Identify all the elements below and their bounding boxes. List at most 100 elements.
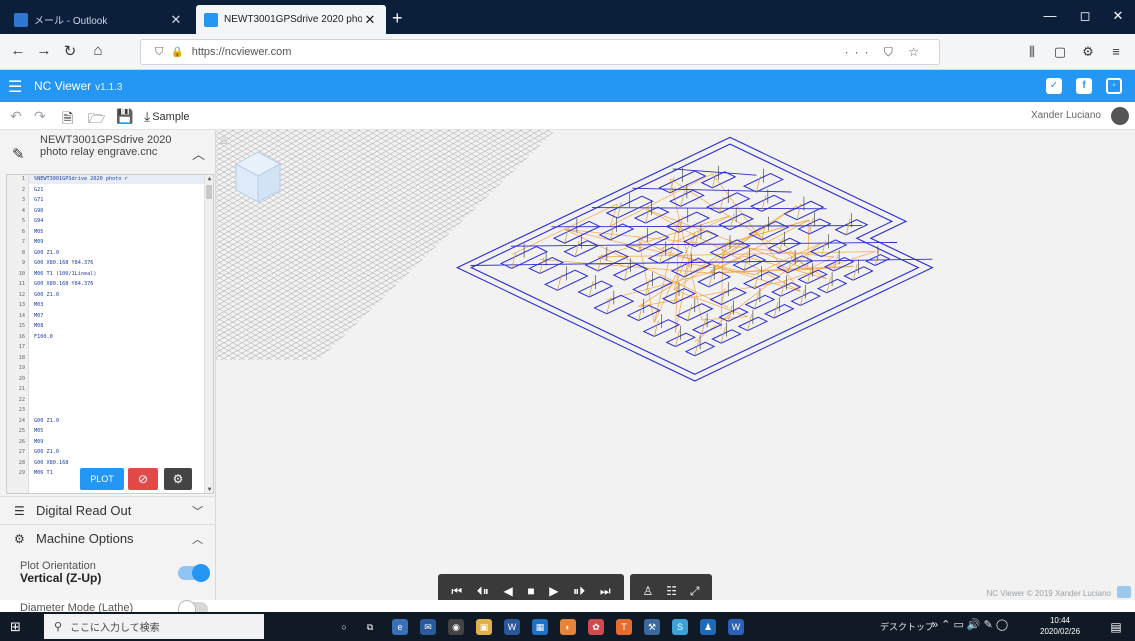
close-icon[interactable]: ✕ (168, 12, 184, 28)
code-line[interactable]: M09 (34, 239, 43, 245)
chevron-up-icon[interactable]: ︿ (192, 144, 205, 163)
close-icon[interactable]: ✕ (362, 12, 378, 28)
firefox-icon[interactable]: ◐ (560, 619, 576, 635)
windows-start-icon[interactable]: ⊞ (10, 619, 21, 635)
list-view-icon[interactable]: ☷ (666, 584, 677, 598)
code-line[interactable]: M03 (34, 302, 43, 308)
code-line[interactable]: G00 X80.168 Y84.376 (34, 260, 93, 266)
camera-icon[interactable]: ◉ (448, 619, 464, 635)
desktop-toolbar-label[interactable]: デスクトップ (880, 620, 934, 633)
lock-icon[interactable]: 🔒 (171, 47, 183, 58)
fullscreen-icon[interactable]: ⤢ (690, 584, 700, 599)
home-icon[interactable]: ⌂ (88, 42, 108, 59)
gcode-editor[interactable]: 1 %NEWT3001GPSdrive 2020 photo r 2 G21 3 G71 4… (6, 174, 214, 494)
file-name[interactable]: NEWT3001GPSdrive 2020 photo relay engrav… (40, 134, 190, 158)
settings-button[interactable]: ⚙ (164, 468, 192, 490)
undo-icon[interactable]: ↶ (10, 108, 22, 125)
chevron-down-icon[interactable]: ﹀ (192, 503, 203, 519)
file-explorer-icon[interactable]: ▦ (532, 619, 548, 635)
code-line[interactable]: M05 (34, 428, 43, 434)
edge-icon[interactable]: e (392, 619, 408, 635)
close-window-button[interactable]: ✕ (1108, 8, 1128, 24)
address-bar[interactable]: ⛉ 🔒 https://ncviewer.com ··· ⛉ ☆ (140, 39, 940, 65)
hamburger-menu-icon[interactable]: ☰ (8, 77, 22, 97)
digital-read-out-section[interactable]: ☰ Digital Read Out ﹀ (0, 496, 216, 524)
minimize-button[interactable]: — (1040, 8, 1060, 23)
code-line[interactable]: M07 (34, 313, 43, 319)
plot-orientation-toggle[interactable] (178, 564, 210, 582)
tab-outlook[interactable]: メール - Outlook ✕ (6, 5, 192, 34)
user-app-icon[interactable]: ♟ (700, 619, 716, 635)
avatar[interactable] (1111, 107, 1129, 125)
tab-ncviewer[interactable]: NEWT3001GPSdrive 2020 pho ✕ (196, 5, 386, 34)
code-line[interactable]: G00 Z1.0 (34, 250, 59, 256)
new-tab-button[interactable]: + (392, 9, 403, 27)
cortana-icon[interactable]: ○ (336, 619, 352, 635)
edit-icon[interactable]: ✎ (12, 145, 25, 163)
store-icon[interactable]: ▣ (476, 619, 492, 635)
maximize-button[interactable]: ◻ (1075, 8, 1095, 24)
plot-button[interactable]: PLOT (80, 468, 124, 490)
word-doc-icon[interactable]: W (728, 619, 744, 635)
skip-to-end-icon[interactable]: ⏭ (600, 584, 611, 599)
scroll-down-icon[interactable]: ▼ (205, 486, 213, 493)
chevron-up-icon[interactable]: ︿ (192, 531, 203, 547)
sidebar-icon[interactable]: ▢ (1050, 44, 1070, 60)
play-reverse-icon[interactable]: ◀ (503, 584, 512, 598)
open-folder-icon[interactable]: 🗁 (88, 108, 105, 132)
menu-icon[interactable]: ≡ (1106, 44, 1126, 59)
code-line[interactable]: G00 X80.168 (34, 460, 68, 466)
word-icon[interactable]: W (504, 619, 520, 635)
code-line[interactable]: %NEWT3001GPSdrive 2020 photo r (34, 176, 128, 182)
task-view-icon[interactable]: ⧉ (362, 619, 378, 635)
code-line[interactable]: G00 Z1.0 (34, 292, 59, 298)
terminal-icon[interactable]: T (616, 619, 632, 635)
scroll-up-icon[interactable]: ▲ (205, 175, 213, 182)
mail-icon[interactable]: ✉ (420, 619, 436, 635)
library-icon[interactable]: ⫼ (1022, 44, 1042, 60)
code-line[interactable]: M05 (34, 229, 43, 235)
new-file-icon[interactable]: 🗎 (62, 108, 73, 132)
github-icon[interactable]: ✓ (1046, 78, 1062, 94)
code-line[interactable]: M09 (34, 439, 43, 445)
code-line[interactable]: M08 (34, 323, 43, 329)
user-name[interactable]: Xander Luciano (1031, 110, 1101, 121)
extension-icon[interactable]: ⚙ (1078, 44, 1098, 60)
chat-icon[interactable]: S (672, 619, 688, 635)
code-line[interactable]: F100.0 (34, 334, 53, 340)
reload-icon[interactable]: ↻ (60, 42, 80, 60)
code-line[interactable]: G71 (34, 197, 43, 203)
instagram-icon[interactable]: ◦ (1106, 78, 1122, 94)
toolpath-canvas[interactable] (216, 130, 1135, 600)
code-line[interactable]: G21 (34, 187, 43, 193)
stop-button[interactable]: ⊘ (128, 468, 158, 490)
code-line[interactable]: G90 (34, 208, 43, 214)
sample-button[interactable]: ⤓ Sample (144, 108, 190, 125)
back-icon[interactable]: ← (8, 42, 28, 59)
tool-icon[interactable]: ♙ (642, 584, 653, 598)
step-forward-icon[interactable]: ⏸⏵ (573, 584, 585, 599)
3d-viewport[interactable]: ⌂ NC Viewer © 2019 Xander Luciano ⏮ ⏴⏸ ◀… (216, 130, 1135, 600)
step-back-icon[interactable]: ⏴⏸ (477, 584, 489, 599)
app-icon[interactable]: ✿ (588, 619, 604, 635)
photo-icon[interactable] (1117, 586, 1131, 598)
scroll-thumb[interactable] (206, 185, 212, 199)
view-cube[interactable]: ⌂ (216, 130, 286, 210)
taskbar-search[interactable]: ⚲ ここに入力して検索 (44, 614, 264, 639)
machine-options-section[interactable]: ⚙ Machine Options ︿ (0, 524, 216, 552)
system-clock[interactable]: 10:44 2020/02/26 (1040, 615, 1080, 637)
skip-to-start-icon[interactable]: ⏮ (451, 584, 462, 599)
code-line[interactable]: G94 (34, 218, 43, 224)
code-line[interactable]: G00 Z1.0 (34, 418, 59, 424)
shield-icon[interactable]: ⛉ (155, 46, 163, 59)
save-icon[interactable]: 💾 (116, 108, 133, 125)
redo-icon[interactable]: ↷ (34, 108, 46, 125)
code-line[interactable]: M06 T1 (34, 470, 53, 476)
stop-icon[interactable]: ■ (527, 584, 534, 598)
forward-icon[interactable]: → (34, 42, 54, 59)
code-line[interactable]: G00 X80.168 Y84.376 (34, 281, 93, 287)
notification-icon[interactable]: ▤ (1108, 619, 1124, 635)
facebook-icon[interactable]: f (1076, 78, 1092, 94)
tool-app-icon[interactable]: ⚒ (644, 619, 660, 635)
code-line[interactable]: M06 T1 (100/1Lineal) (34, 271, 96, 277)
